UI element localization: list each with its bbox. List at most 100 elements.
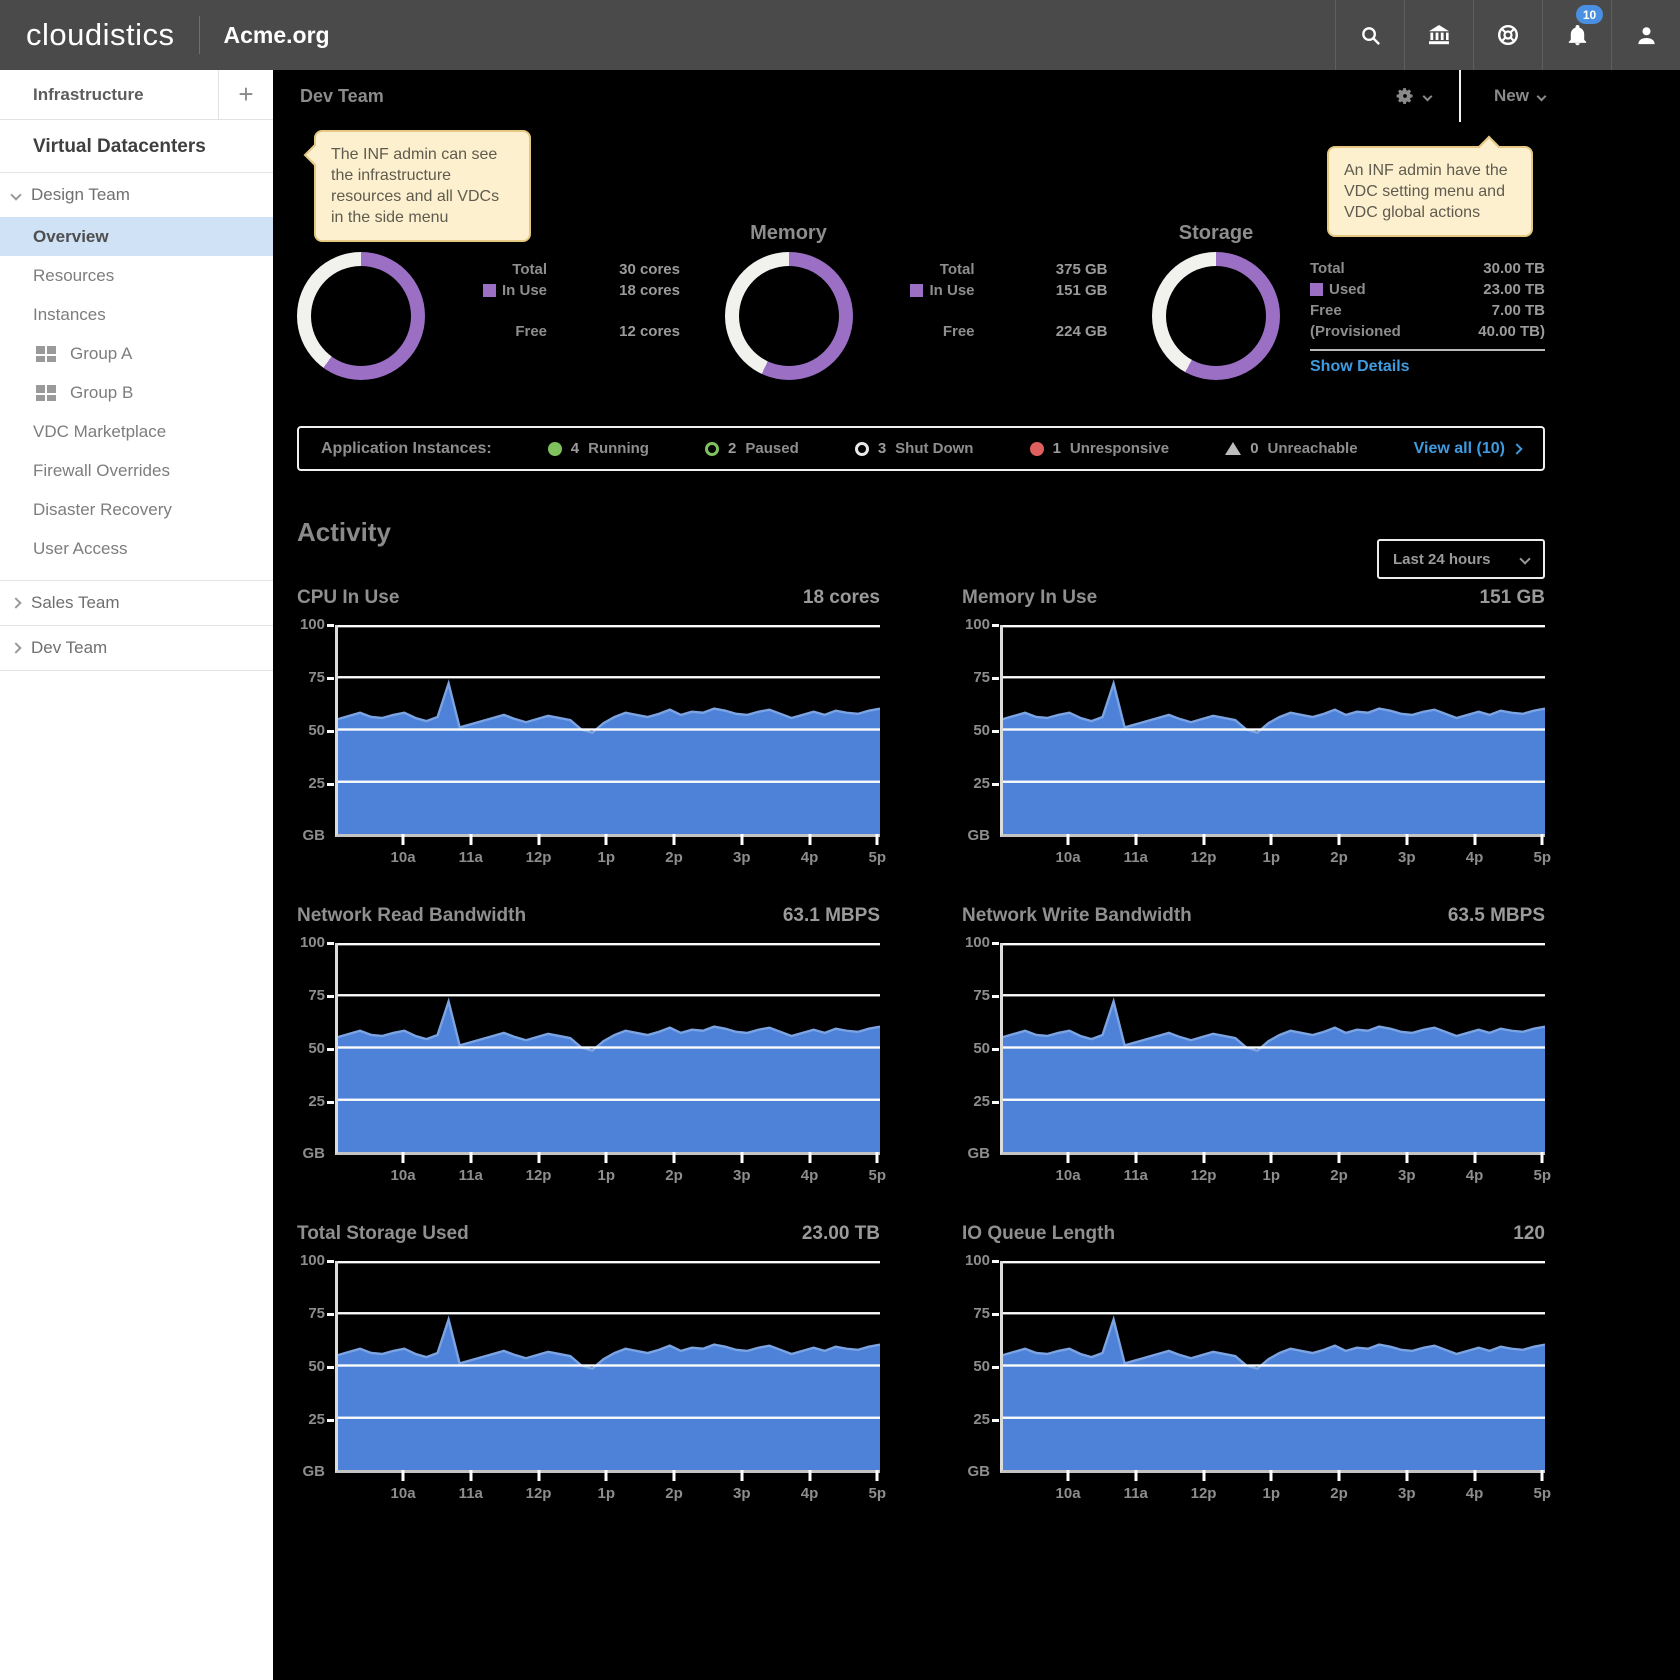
support-button[interactable] (1473, 0, 1542, 70)
sidebar-section-title: Virtual Datacenters (0, 120, 273, 172)
storage-donut-chart (1152, 252, 1280, 380)
notifications-button[interactable]: 10 (1542, 0, 1611, 70)
resource-cpu: CPU Total30 cores In Use18 cores Free12 … (297, 222, 680, 420)
application-instances-bar: Application Instances: 4Running 2Paused … (297, 426, 1545, 471)
y-axis-labels: 100755025GB (962, 625, 996, 837)
sidebar-item-sales-team[interactable]: Sales Team (0, 581, 273, 625)
unresponsive-icon (1030, 442, 1044, 456)
in-use-swatch (483, 284, 496, 297)
sidebar-item-instances[interactable]: Instances (0, 295, 273, 334)
resources-summary: The INF admin can see the infrastructure… (297, 122, 1545, 420)
chart-network-read: Network Read Bandwidth63.1 MBPS 10075502… (297, 905, 880, 1155)
chart-title: Network Write Bandwidth (962, 905, 1192, 927)
app-logo: cloudistics (26, 17, 175, 53)
chart-memory-in-use: Memory In Use151 GB 100755025GB10a11a12p… (962, 587, 1545, 837)
chevron-down-icon (1537, 91, 1547, 101)
header-actions: 10 (1335, 0, 1680, 70)
org-name: Acme.org (224, 22, 330, 49)
area-chart-plot: 10a11a12p1p2p3p4p5p (1000, 625, 1545, 837)
chevron-down-icon (1423, 91, 1433, 101)
main-content: Dev Team New The INF admin can see the i… (273, 70, 1680, 1680)
area-chart-plot: 10a11a12p1p2p3p4p5p (335, 1261, 880, 1473)
chart-title: CPU In Use (297, 587, 399, 609)
running-icon (548, 442, 562, 456)
area-chart-plot: 10a11a12p1p2p3p4p5p (335, 625, 880, 837)
chart-value: 63.1 MBPS (783, 905, 880, 927)
tooltip-vdc-settings: An INF admin have the VDC setting menu a… (1327, 146, 1533, 237)
resource-storage: Storage Total30.00 TB Used23.00 TB Free7… (1152, 222, 1545, 420)
sidebar-item-firewall-overrides[interactable]: Firewall Overrides (0, 451, 273, 490)
used-swatch (1310, 283, 1323, 296)
vdc-settings-button[interactable] (1395, 86, 1431, 106)
chevron-right-icon (1511, 443, 1522, 454)
divider (1310, 349, 1545, 351)
sidebar-item-disaster-recovery[interactable]: Disaster Recovery (0, 490, 273, 529)
resource-memory: Memory Total375 GB In Use151 GB Free224 … (725, 222, 1108, 420)
chart-network-write: Network Write Bandwidth 63.5 MBPS 1007550… (962, 905, 1545, 1155)
status-running: 4Running (548, 440, 649, 457)
memory-legend: Total375 GB In Use151 GB Free224 GB (883, 222, 1108, 420)
sidebar: Infrastructure + Virtual Datacenters Des… (0, 70, 273, 1680)
sidebar-item-resources[interactable]: Resources (0, 256, 273, 295)
chart-title: Network Read Bandwidth (297, 905, 526, 927)
sidebar-title: Infrastructure (0, 70, 218, 119)
sidebar-item-design-team[interactable]: Design Team (0, 173, 273, 217)
status-shutdown: 3Shut Down (855, 440, 974, 457)
activity-charts: CPU In Use18 cores 100755025GB10a11a12p1… (297, 587, 1545, 1473)
user-icon (1635, 24, 1658, 47)
instances-label: Application Instances: (321, 440, 492, 458)
sidebar-item-group-a[interactable]: Group A (0, 334, 273, 373)
sidebar-item-vdc-marketplace[interactable]: VDC Marketplace (0, 412, 273, 451)
time-range-dropdown[interactable]: Last 24 hours (1377, 539, 1545, 579)
group-grid-icon (36, 346, 56, 362)
gear-icon (1395, 86, 1415, 106)
chevron-right-icon (10, 597, 21, 608)
tooltip-infrastructure: The INF admin can see the infrastructure… (314, 130, 531, 242)
status-unresponsive: 1Unresponsive (1030, 440, 1170, 457)
chart-title: IO Queue Length (962, 1223, 1115, 1245)
chart-cpu-in-use: CPU In Use18 cores 100755025GB10a11a12p1… (297, 587, 880, 837)
sidebar-item-overview[interactable]: Overview (0, 217, 273, 256)
top-header: cloudistics Acme.org 10 (0, 0, 1680, 70)
y-axis-labels: 100755025GB (962, 943, 996, 1155)
search-button[interactable] (1335, 0, 1404, 70)
cpu-legend: Total30 cores In Use18 cores Free12 core… (455, 222, 680, 420)
sidebar-item-dev-team[interactable]: Dev Team (0, 626, 273, 670)
brand-divider (199, 16, 200, 54)
cpu-donut-chart (297, 252, 425, 380)
notification-badge: 10 (1576, 5, 1603, 24)
show-details-link[interactable]: Show Details (1310, 358, 1410, 376)
chart-value: 120 (1513, 1223, 1545, 1245)
y-axis-labels: 100755025GB (962, 1261, 996, 1473)
chart-value: 63.5 MBPS (1448, 905, 1545, 927)
life-ring-icon (1496, 23, 1520, 47)
unreachable-icon (1225, 442, 1241, 455)
activity-title: Activity (297, 517, 391, 548)
memory-title: Memory (725, 222, 853, 245)
divider (1459, 70, 1461, 122)
view-all-link[interactable]: View all (10) (1414, 440, 1521, 458)
add-vdc-button[interactable]: + (218, 70, 273, 119)
chart-value: 23.00 TB (802, 1223, 880, 1245)
status-paused: 2Paused (705, 440, 799, 457)
organization-button[interactable] (1404, 0, 1473, 70)
area-chart-plot: 10a11a12p1p2p3p4p5p (335, 943, 880, 1155)
in-use-swatch (910, 284, 923, 297)
group-grid-icon (36, 385, 56, 401)
sidebar-item-user-access[interactable]: User Access (0, 529, 273, 568)
chevron-right-icon (10, 642, 21, 653)
activity-header: Activity Last 24 hours (297, 517, 1545, 581)
vdc-actions: New (1395, 70, 1545, 122)
bell-icon (1566, 24, 1589, 47)
app-root: cloudistics Acme.org 10 (0, 0, 1680, 1680)
status-unreachable: 0Unreachable (1225, 440, 1357, 457)
chevron-down-icon (10, 189, 21, 200)
user-menu-button[interactable] (1611, 0, 1680, 70)
area-chart-plot: 10a11a12p1p2p3p4p5p (1000, 943, 1545, 1155)
divider (0, 670, 273, 671)
sidebar-item-group-b[interactable]: Group B (0, 373, 273, 412)
chart-value: 18 cores (803, 587, 880, 609)
new-button[interactable]: New (1494, 86, 1545, 106)
storage-legend: Total30.00 TB Used23.00 TB Free7.00 TB (… (1310, 222, 1545, 420)
chart-title: Total Storage Used (297, 1223, 469, 1245)
